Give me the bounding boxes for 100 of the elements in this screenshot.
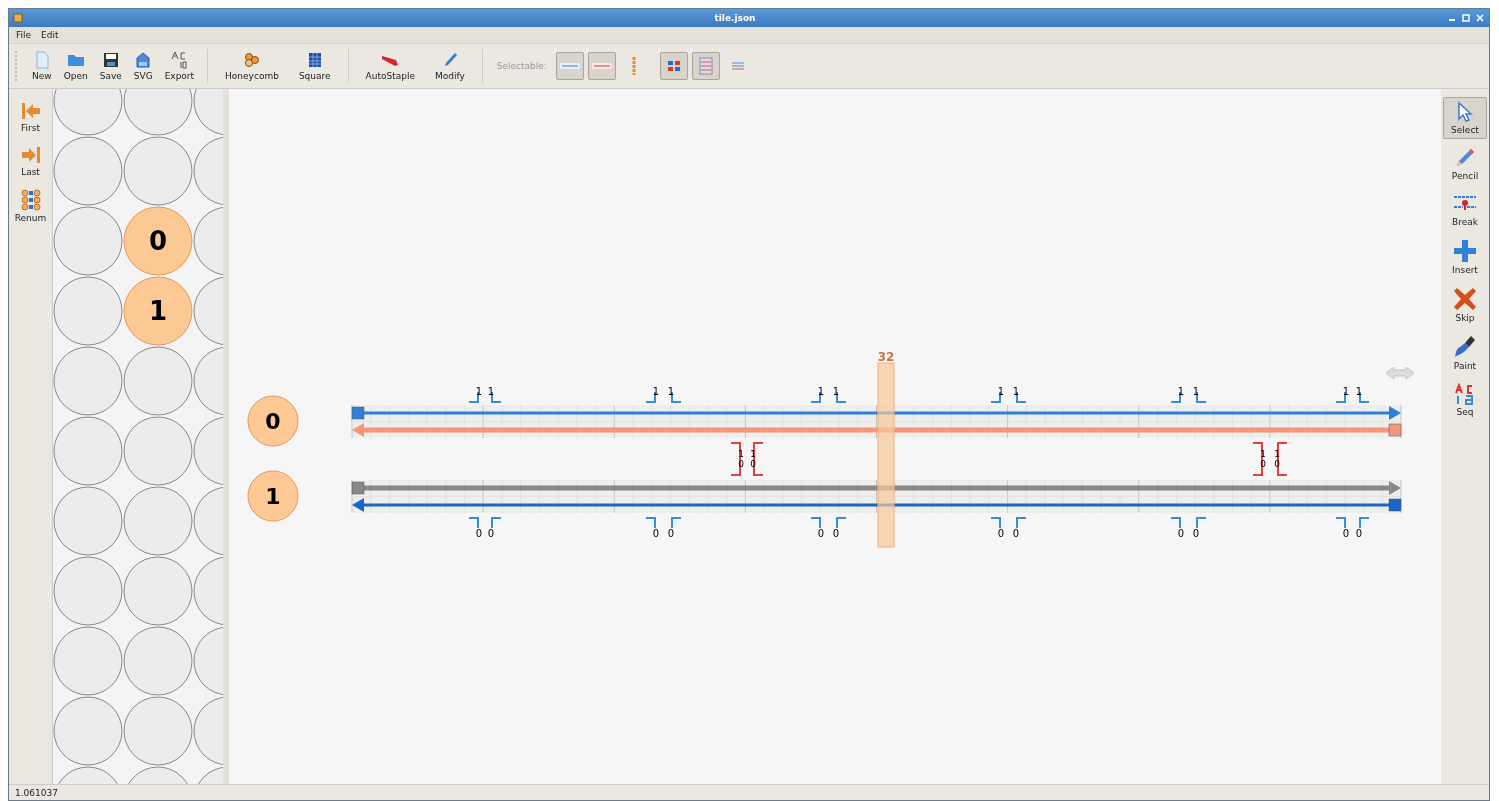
lattice-cell[interactable]: [53, 136, 123, 206]
cross-icon: [1453, 287, 1477, 311]
pointer-icon: [1455, 101, 1475, 123]
crossover-label: 1: [750, 449, 756, 459]
tool-button[interactable]: Last: [8, 141, 53, 181]
crossover-label: 1: [832, 386, 840, 397]
lattice-cell[interactable]: [193, 89, 223, 136]
lattice-cell[interactable]: [193, 486, 223, 556]
close-icon[interactable]: [1475, 13, 1485, 23]
helix-marker[interactable]: 1: [247, 470, 299, 522]
sequence-icon: [1454, 383, 1476, 405]
tool-button[interactable]: First: [8, 97, 53, 137]
crossover-label: 0: [1274, 459, 1280, 469]
crossover-bracket[interactable]: [753, 442, 764, 476]
slider-index: 32: [877, 350, 895, 364]
app-icon: [13, 13, 23, 23]
grid-filter-icon: [665, 58, 682, 74]
lattice-cell[interactable]: [193, 626, 223, 696]
crossover-label: 0: [1355, 528, 1363, 539]
helix-number: 1: [148, 296, 168, 326]
crossover-label: 0: [1260, 459, 1266, 469]
crossover-bracket[interactable]: [990, 391, 1001, 403]
crossover-label: 0: [1342, 528, 1350, 539]
hexagon-grid-icon: [243, 51, 261, 69]
scaffold-strand[interactable]: [351, 481, 1401, 495]
helix-number: 1: [265, 484, 281, 509]
maximize-icon[interactable]: [1461, 13, 1471, 23]
crossover-bracket[interactable]: [645, 391, 656, 403]
crossover-bracket[interactable]: [468, 391, 479, 403]
lattice-cell[interactable]: [193, 136, 223, 206]
toolbar-button[interactable]: Export: [159, 48, 200, 84]
crossover-bracket[interactable]: [1277, 442, 1288, 476]
selectable-label: Selectable:: [496, 61, 547, 71]
toolbar-button[interactable]: Open: [58, 48, 93, 84]
toolbar-button[interactable]: Honeycomb: [216, 48, 288, 84]
tool-button[interactable]: Skip: [1443, 283, 1487, 327]
status-text: 1.061037: [15, 787, 58, 798]
menu-item[interactable]: File: [15, 30, 33, 40]
crossover-label: 0: [738, 459, 744, 469]
plus-icon: [1453, 239, 1477, 263]
tool-button[interactable]: Break: [1443, 189, 1487, 231]
crossover-label: 0: [475, 528, 483, 539]
crossover-label: 0: [832, 528, 840, 539]
filter-toggle[interactable]: [555, 52, 584, 80]
helix-number: 0: [148, 226, 168, 256]
toolbar-button[interactable]: Save: [94, 48, 127, 84]
crossover-label: 0: [1192, 528, 1200, 539]
crossover-label: 1: [738, 449, 744, 459]
lattice-cell[interactable]: [193, 206, 223, 276]
filter-toggle[interactable]: [691, 52, 720, 80]
lattice-cell[interactable]: [53, 276, 123, 346]
lattice-cell[interactable]: [53, 486, 123, 556]
filter-toggle[interactable]: [659, 52, 688, 80]
toolbar-button[interactable]: Square: [289, 48, 340, 84]
crossover-label: 1: [475, 386, 483, 397]
arrow-to-start-icon: [19, 101, 42, 121]
lattice-cell[interactable]: [53, 89, 123, 136]
tool-button[interactable]: Seq: [1443, 379, 1487, 421]
lattice-cell[interactable]: [193, 416, 223, 486]
toolbar-button[interactable]: New: [27, 48, 57, 84]
lattice-cell[interactable]: [193, 556, 223, 626]
crossover-label: 0: [1177, 528, 1185, 539]
toolbar-button[interactable]: SVG: [128, 48, 158, 84]
toolbar-button[interactable]: Modify: [425, 48, 474, 84]
lattice-cell[interactable]: [53, 626, 123, 696]
lattice-cell[interactable]: [53, 206, 123, 276]
shape-icon: [134, 51, 153, 69]
helix-marker[interactable]: 0: [247, 395, 299, 447]
helix-cell[interactable]: 1: [123, 276, 193, 346]
crossover-bracket[interactable]: [1170, 391, 1181, 403]
crossover-label: 1: [1177, 386, 1185, 397]
menu-item[interactable]: Edit: [40, 30, 60, 40]
scaffold-strand[interactable]: [352, 423, 1402, 437]
lattice-cell[interactable]: [193, 346, 223, 416]
toolbar-button[interactable]: AutoStaple: [356, 48, 424, 84]
filter-toggle[interactable]: [587, 52, 616, 80]
lattice-cell[interactable]: [53, 416, 123, 486]
helix-cell[interactable]: 0: [123, 206, 193, 276]
pencil-icon: [1454, 147, 1476, 169]
staple-strand[interactable]: [352, 498, 1402, 512]
tool-button[interactable]: Insert: [1443, 235, 1487, 279]
crossover-label: 0: [750, 459, 756, 469]
helix-number: 0: [265, 409, 281, 434]
lattice-cell[interactable]: [53, 556, 123, 626]
crossover-bracket[interactable]: [730, 442, 741, 476]
resize-arrows-icon[interactable]: [1385, 366, 1415, 380]
tool-button[interactable]: Paint: [1443, 331, 1487, 375]
crossover-label: 0: [487, 528, 495, 539]
lattice-cell[interactable]: [193, 276, 223, 346]
lattice-cell[interactable]: [53, 346, 123, 416]
crossover-bracket[interactable]: [1252, 442, 1263, 476]
crossover-bracket[interactable]: [810, 391, 821, 403]
tool-button[interactable]: Renum: [8, 185, 53, 227]
crossover-label: 1: [487, 386, 495, 397]
tool-button[interactable]: Pencil: [1443, 143, 1487, 185]
crossover-label: 1: [1342, 386, 1350, 397]
staple-strand[interactable]: [351, 406, 1401, 420]
crossover-bracket[interactable]: [1335, 391, 1346, 403]
arrow-to-end-icon: [19, 145, 42, 165]
tool-button[interactable]: Select: [1443, 97, 1487, 139]
